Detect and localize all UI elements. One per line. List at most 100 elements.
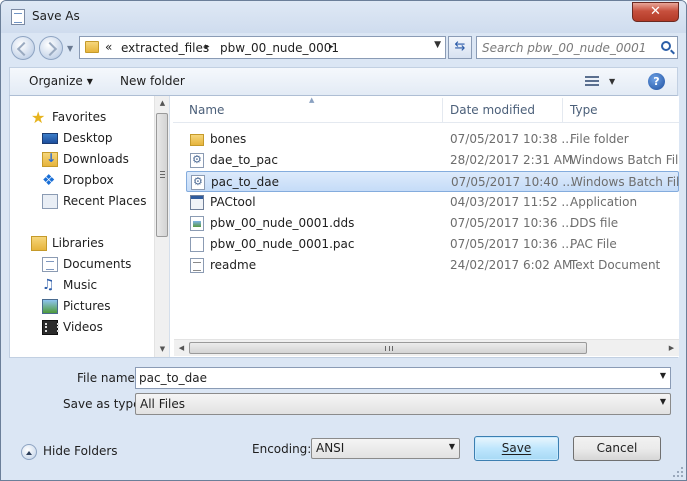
batch-file-icon xyxy=(191,175,205,190)
star-icon: ★ xyxy=(31,108,46,127)
file-date: 07/05/2017 10:38 ... xyxy=(450,132,573,146)
file-name: readme xyxy=(210,258,257,272)
file-row-pac[interactable]: pbw_00_nude_0001.pac 07/05/2017 10:36 ..… xyxy=(186,234,679,255)
blank-file-icon xyxy=(190,237,204,252)
back-button[interactable] xyxy=(11,36,35,60)
batch-file-icon xyxy=(190,153,204,168)
column-header-type[interactable]: Type xyxy=(570,103,598,117)
title-bar: Save As ✕ xyxy=(1,1,686,33)
resize-grip-icon[interactable] xyxy=(673,467,683,477)
file-list: ▲ Name Date modified Type bones 07/05/20… xyxy=(173,96,679,357)
organize-label: Organize xyxy=(29,74,83,88)
column-header-date-modified[interactable]: Date modified xyxy=(450,103,535,117)
file-date: 07/05/2017 10:36 ... xyxy=(450,237,573,251)
navigation-bar: ▼ « extracted_files ▸ pbw_00_nude_0001 ▸… xyxy=(1,33,686,63)
search-icon[interactable] xyxy=(661,41,671,51)
chevron-down-icon: ▼ xyxy=(86,77,93,86)
navigation-scrollbar[interactable]: ▲ ▼ xyxy=(154,96,169,357)
file-name-input[interactable] xyxy=(139,370,639,386)
file-type: DDS file xyxy=(570,216,619,230)
grip-icon xyxy=(160,171,165,178)
save-as-type-value: All Files xyxy=(140,397,186,411)
encoding-select[interactable]: ANSI ▼ xyxy=(311,438,460,459)
horizontal-scrollbar[interactable]: ◀ ▶ xyxy=(174,339,679,356)
file-row-dae-to-pac[interactable]: dae_to_pac 28/02/2017 2:31 AM Windows Ba… xyxy=(186,150,679,171)
file-row-dds[interactable]: pbw_00_nude_0001.dds 07/05/2017 10:36 ..… xyxy=(186,213,679,234)
scroll-right-icon[interactable]: ▶ xyxy=(664,340,679,357)
application-icon xyxy=(190,195,204,210)
breadcrumb-separator[interactable]: ▸ xyxy=(205,42,210,52)
folder-icon xyxy=(190,134,204,146)
desktop-icon xyxy=(42,133,58,144)
file-type: Windows Batch File xyxy=(571,175,679,189)
search-input[interactable] xyxy=(482,39,657,56)
refresh-button[interactable]: ⇆ xyxy=(448,36,472,59)
recent-locations-dropdown-icon[interactable]: ▼ xyxy=(67,44,73,53)
file-row-readme[interactable]: readme 24/02/2017 6:02 AM Text Document xyxy=(186,255,679,276)
column-header-row: ▲ Name Date modified Type xyxy=(173,96,679,123)
scroll-left-icon[interactable]: ◀ xyxy=(174,340,189,357)
breadcrumb-separator[interactable]: ▸ xyxy=(329,42,334,52)
sort-ascending-icon: ▲ xyxy=(309,96,315,104)
help-icon[interactable]: ? xyxy=(648,73,665,90)
scrollbar-thumb[interactable] xyxy=(156,113,168,237)
breadcrumb-pbw-00-nude-0001[interactable]: pbw_00_nude_0001 xyxy=(220,41,339,55)
file-name-label: File name: xyxy=(77,371,139,385)
cancel-button-label: Cancel xyxy=(596,441,638,455)
videos-icon xyxy=(42,320,59,335)
close-button[interactable]: ✕ xyxy=(632,2,679,22)
file-type: File folder xyxy=(570,132,629,146)
view-options-dropdown-icon[interactable]: ▼ xyxy=(609,77,615,86)
save-button[interactable]: Save xyxy=(474,436,559,461)
cancel-button[interactable]: Cancel xyxy=(573,436,661,461)
hide-folders-label: Hide Folders xyxy=(43,444,118,458)
encoding-label: Encoding: xyxy=(252,442,312,456)
image-file-icon xyxy=(190,216,204,231)
grip-icon xyxy=(385,346,393,351)
file-row-pac-to-dae[interactable]: pac_to_dae 07/05/2017 10:40 ... Windows … xyxy=(186,171,679,192)
file-name: pbw_00_nude_0001.pac xyxy=(210,237,355,251)
file-date: 07/05/2017 10:40 ... xyxy=(451,175,574,189)
scrollbar-thumb[interactable] xyxy=(189,342,587,354)
command-bar: Organize ▼ New folder ▼ ? xyxy=(9,67,678,96)
encoding-value: ANSI xyxy=(316,441,345,455)
sidebar-item-label: Dropbox xyxy=(63,173,114,187)
file-type: Text Document xyxy=(570,258,661,272)
address-dropdown-icon[interactable]: ▼ xyxy=(434,40,441,50)
overflow-chevron[interactable]: « xyxy=(105,40,112,54)
file-row-pactool[interactable]: PACtool 04/03/2017 11:52 ... Application xyxy=(186,192,679,213)
sidebar-item-label: Videos xyxy=(63,320,103,334)
document-icon xyxy=(11,9,25,25)
sidebar-item-label: Recent Places xyxy=(63,194,147,208)
hide-folders-button[interactable]: Hide Folders xyxy=(21,443,121,461)
forward-button[interactable] xyxy=(39,36,63,60)
organize-button[interactable]: Organize ▼ xyxy=(29,74,93,88)
file-row-bones[interactable]: bones 07/05/2017 10:38 ... File folder xyxy=(186,129,679,150)
save-as-type-select[interactable]: All Files ▼ xyxy=(135,393,671,415)
sidebar-item-label: Libraries xyxy=(52,236,104,250)
scroll-up-icon[interactable]: ▲ xyxy=(155,96,170,111)
save-button-label: Save xyxy=(501,441,532,455)
file-type: PAC File xyxy=(570,237,617,251)
column-header-name[interactable]: Name xyxy=(189,103,224,117)
address-bar[interactable]: « extracted_files ▸ pbw_00_nude_0001 ▸ ▼ xyxy=(79,36,446,59)
sidebar-item-label: Documents xyxy=(63,257,132,271)
scroll-down-icon[interactable]: ▼ xyxy=(155,342,170,357)
change-view-icon[interactable] xyxy=(585,76,599,87)
dropbox-icon: ❖ xyxy=(42,171,56,189)
file-name: PACtool xyxy=(210,195,256,209)
file-name-combobox[interactable]: ▼ xyxy=(135,367,671,389)
sidebar-item-label: Desktop xyxy=(63,131,113,145)
column-divider[interactable] xyxy=(442,98,443,122)
chevron-down-icon[interactable]: ▼ xyxy=(660,371,666,380)
file-name: bones xyxy=(210,132,247,146)
file-name: dae_to_pac xyxy=(210,153,278,167)
new-folder-button[interactable]: New folder xyxy=(120,74,185,88)
file-date: 04/03/2017 11:52 ... xyxy=(450,195,573,209)
pictures-icon xyxy=(42,299,58,314)
column-divider[interactable] xyxy=(562,98,563,122)
recent-places-icon xyxy=(42,194,58,209)
search-box[interactable] xyxy=(476,36,678,59)
breadcrumb-extracted-files[interactable]: extracted_files xyxy=(121,41,209,55)
close-icon: ✕ xyxy=(650,4,661,19)
